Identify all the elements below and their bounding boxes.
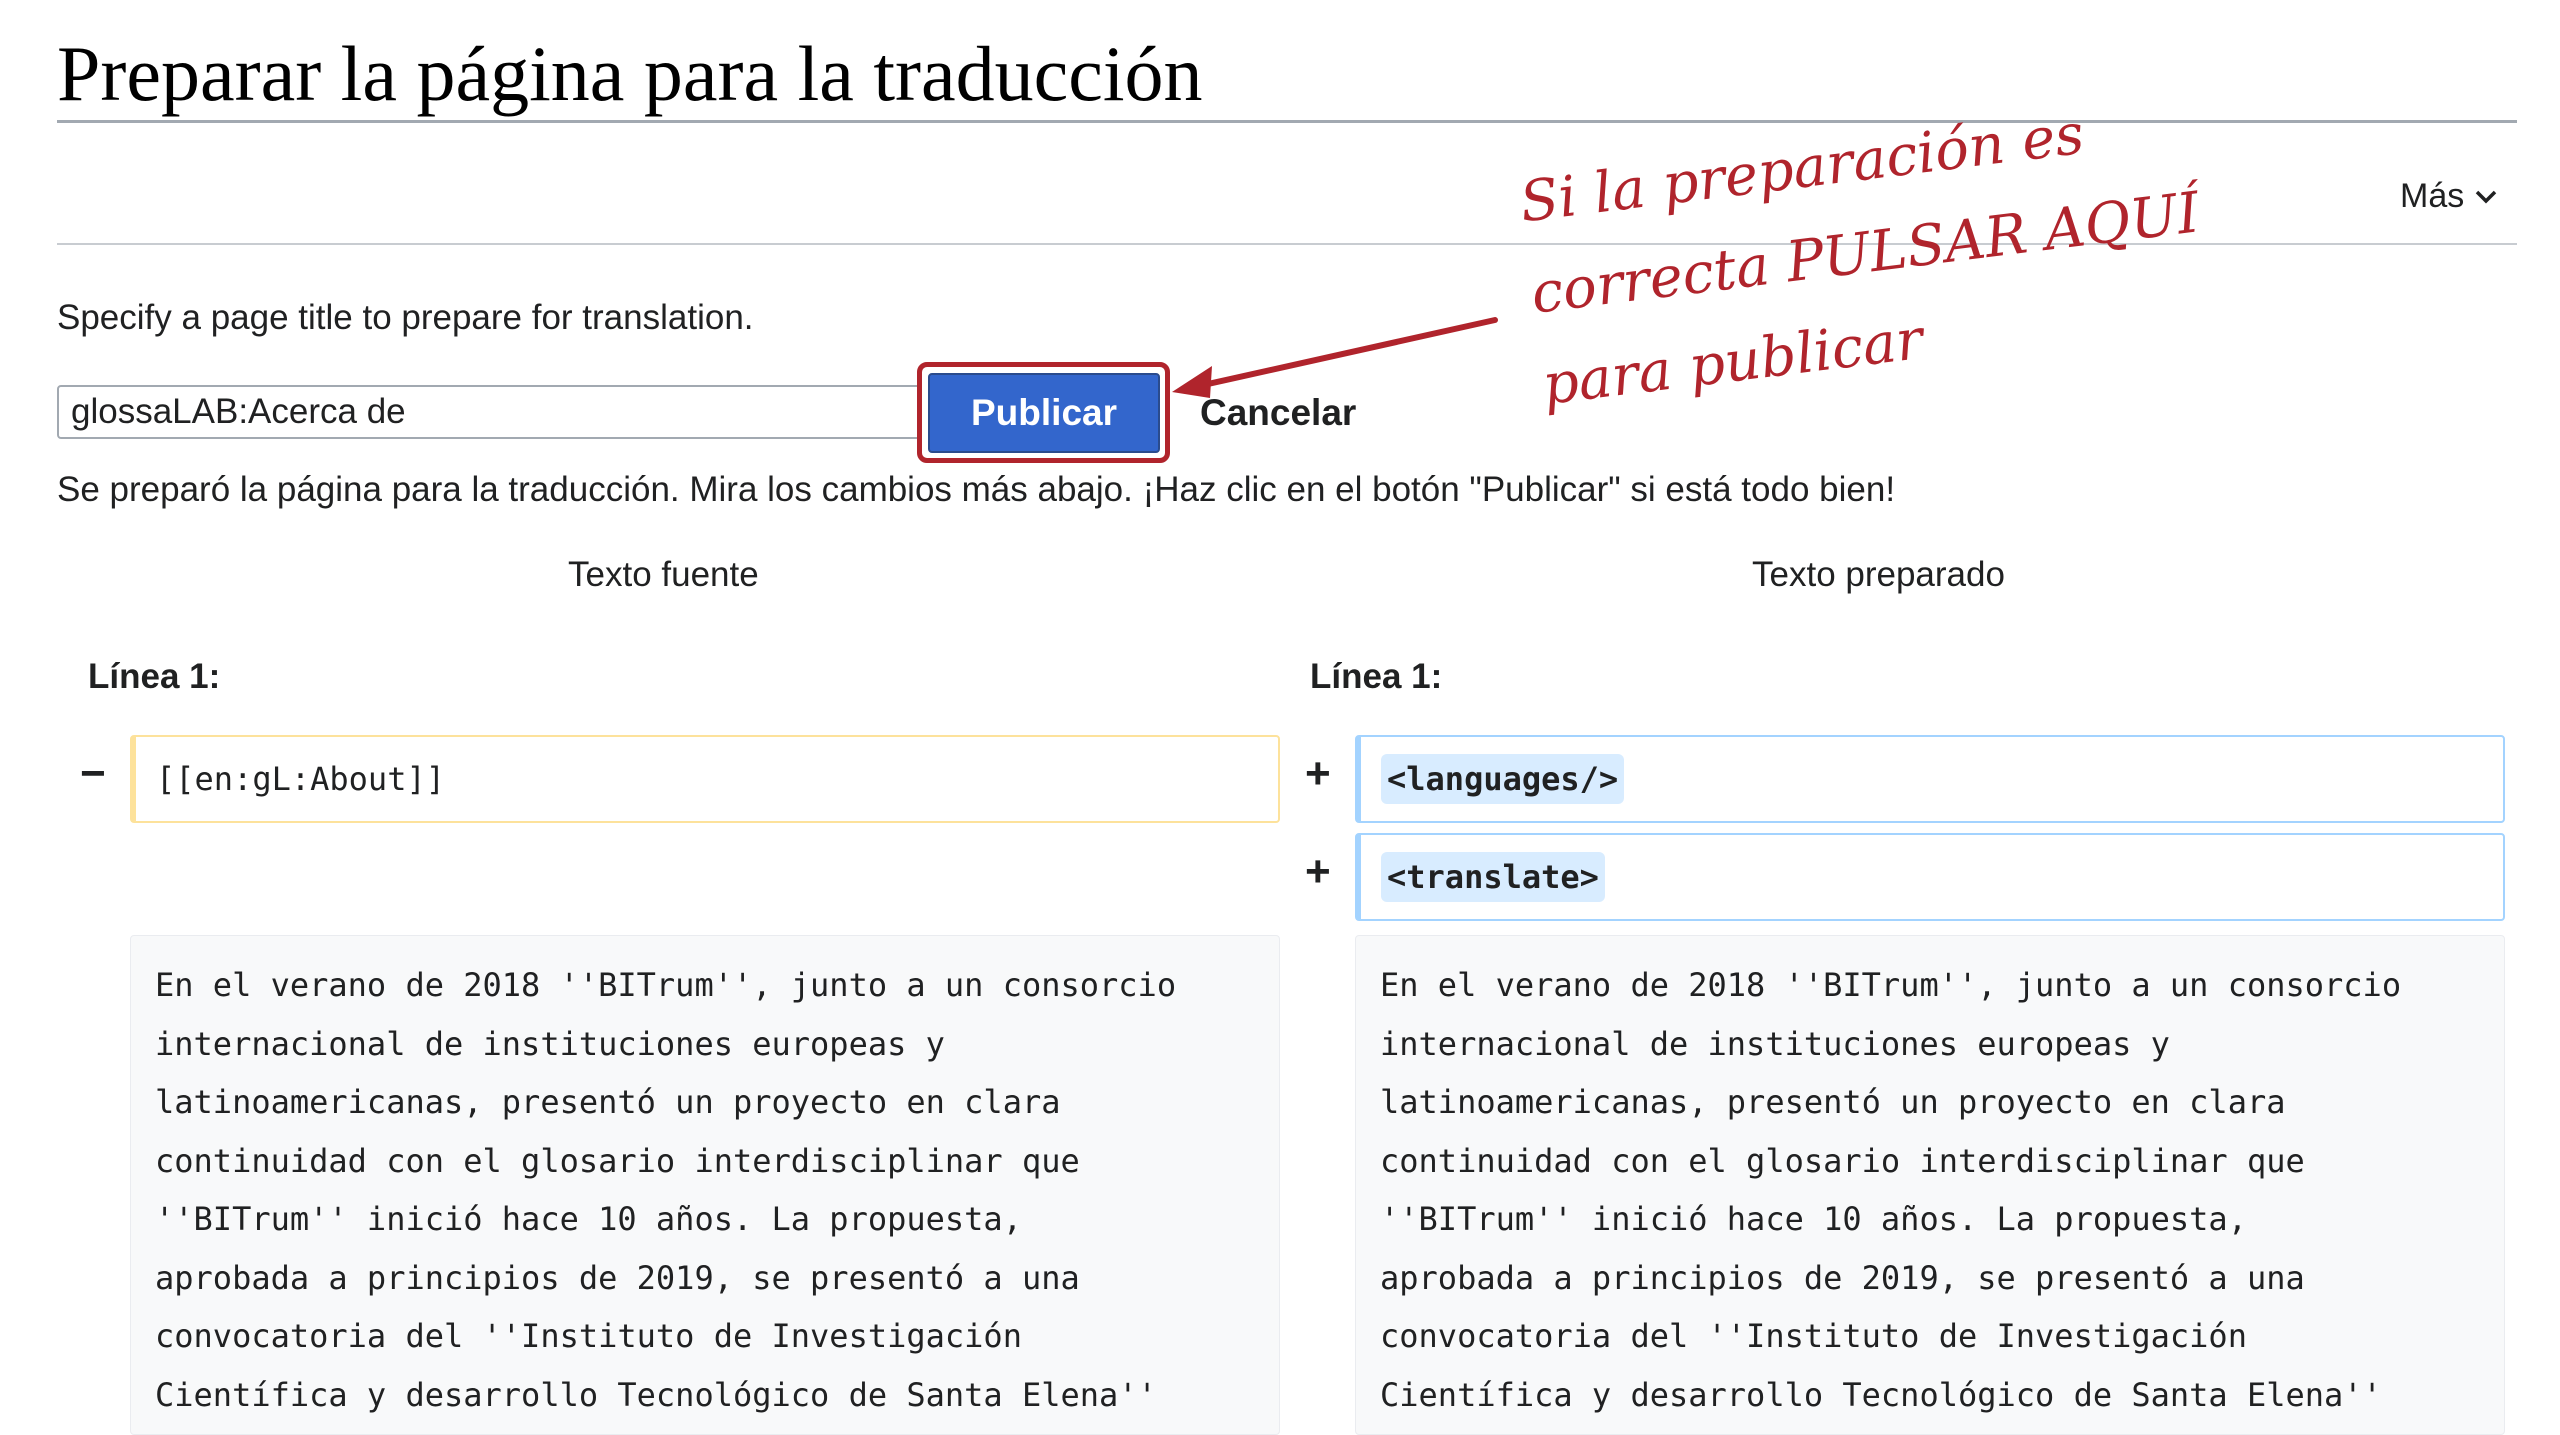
added-line-marker: +: [1305, 749, 1331, 798]
prepared-line-number: Línea 1:: [1310, 657, 1443, 696]
context-line: internacional de instituciones europeas …: [1380, 1024, 2170, 1063]
context-line: En el verano de 2018 ''BITrum'', junto a…: [1380, 966, 2402, 1004]
more-menu-label: Más: [2400, 177, 2465, 215]
context-line: convocatoria del ''Instituto de Investig…: [155, 1317, 1022, 1355]
added-line-text: <languages/>: [1381, 754, 1625, 804]
page-title: Preparar la página para la traducción: [57, 30, 1203, 117]
source-context-block: En el verano de 2018 ''BITrum'', junto a…: [130, 935, 1280, 1435]
context-line: ''BITrum'' inició hace 10 años. La propu…: [155, 1200, 1022, 1238]
context-line: Científica y desarrollo Tecnológico de S…: [1380, 1375, 2382, 1414]
prepared-text-header: Texto preparado: [1752, 555, 2005, 594]
added-line: <languages/>: [1355, 735, 2505, 823]
publish-button[interactable]: Publicar: [928, 373, 1160, 453]
context-line: latinoamericanas, presentó un proyecto e…: [155, 1083, 1061, 1121]
status-message: Se preparó la página para la traducción.…: [57, 470, 1896, 509]
intro-text: Specify a page title to prepare for tran…: [57, 298, 754, 337]
chevron-down-icon: [2475, 190, 2497, 203]
context-line: continuidad con el glosario interdiscipl…: [1380, 1141, 2305, 1180]
annotation-note: Si la preparación es correcta PULSAR AQU…: [1515, 76, 2216, 432]
page-title-input[interactable]: [57, 385, 922, 439]
context-line: En el verano de 2018 ''BITrum'', junto a…: [155, 966, 1177, 1004]
context-line: aprobada a principios de 2019, se presen…: [1380, 1258, 2305, 1297]
context-line: continuidad con el glosario interdiscipl…: [155, 1141, 1080, 1180]
added-line-marker: +: [1305, 847, 1331, 896]
deleted-line-text: [[en:gL:About]]: [156, 760, 445, 798]
context-line: aprobada a principios de 2019, se presen…: [155, 1258, 1080, 1297]
context-line: internacional de instituciones europeas …: [155, 1024, 945, 1063]
deleted-line-marker: −: [80, 749, 106, 798]
source-line-number: Línea 1:: [88, 657, 221, 696]
more-menu[interactable]: Más: [2400, 177, 2498, 216]
context-line: convocatoria del ''Instituto de Investig…: [1380, 1317, 2247, 1355]
added-line: <translate>: [1355, 833, 2505, 921]
source-text-header: Texto fuente: [568, 555, 759, 594]
context-line: Científica y desarrollo Tecnológico de S…: [155, 1375, 1157, 1414]
prepared-context-block: En el verano de 2018 ''BITrum'', junto a…: [1355, 935, 2505, 1435]
annotation-arrow-icon: [1172, 317, 1498, 398]
context-line: ''BITrum'' inició hace 10 años. La propu…: [1380, 1200, 2247, 1238]
context-line: latinoamericanas, presentó un proyecto e…: [1380, 1083, 2286, 1121]
added-line-text: <translate>: [1381, 852, 1605, 902]
deleted-line: [[en:gL:About]]: [130, 735, 1280, 823]
